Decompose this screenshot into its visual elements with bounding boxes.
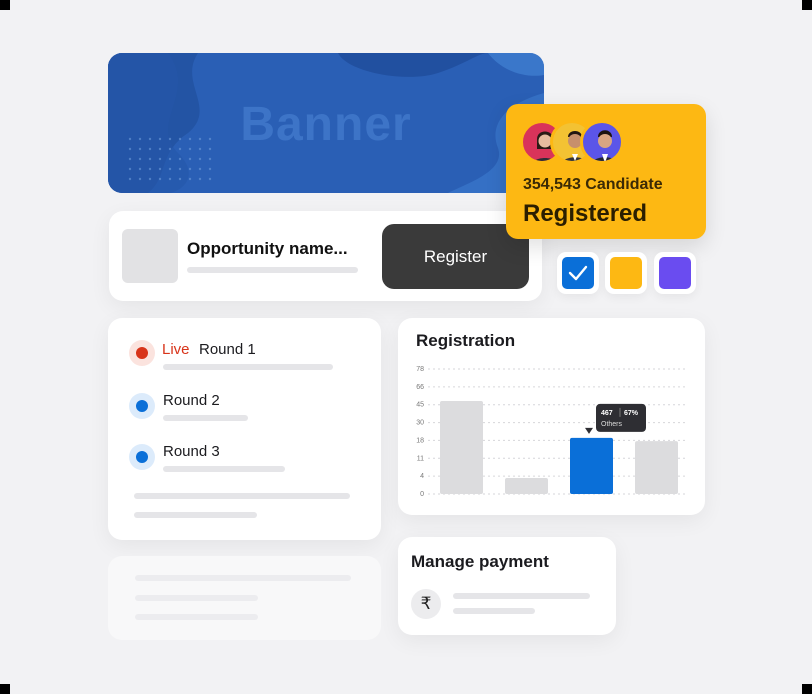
round-1-label[interactable]: Round 1 — [199, 341, 256, 358]
registered-badge: 354,543 Candidate Registered — [506, 104, 706, 239]
placeholder-line — [135, 614, 258, 620]
registered-label: Registered — [523, 200, 648, 227]
placeholder-line — [163, 364, 333, 370]
placeholder-line — [163, 415, 248, 421]
tooltip-arrow-icon — [585, 427, 593, 434]
banner: Banner — [108, 53, 544, 193]
round-status-dot — [129, 393, 155, 419]
corner-mark — [0, 0, 10, 10]
tooltip-label: Others — [601, 421, 623, 428]
corner-mark — [802, 0, 812, 10]
live-label: Live — [162, 341, 190, 358]
tooltip-percent: 67% — [624, 410, 639, 417]
round-3-label[interactable]: Round 3 — [163, 443, 220, 460]
chart-bar[interactable] — [505, 477, 548, 494]
y-tick-label: 66 — [416, 384, 424, 391]
y-tick-label: 78 — [416, 366, 424, 373]
payment-title: Manage payment — [411, 552, 549, 571]
corner-mark — [0, 684, 10, 694]
swatch-yellow[interactable] — [605, 252, 647, 294]
color-swatch — [610, 257, 642, 289]
placeholder-line — [134, 512, 257, 518]
chart-tooltip: 467 67%Others — [585, 403, 646, 434]
avatar — [580, 120, 624, 164]
placeholder-line — [134, 493, 350, 499]
check-icon — [562, 257, 594, 289]
placeholder-line — [453, 608, 535, 614]
register-button[interactable]: Register — [382, 224, 529, 289]
registration-card: Registration 78 66 45 30 18 11 4 0 467 67% Others — [398, 318, 705, 515]
banner-title: Banner — [240, 98, 412, 151]
placeholder-card — [108, 556, 381, 640]
chart-bar[interactable] — [440, 401, 483, 494]
swatch-purple[interactable] — [654, 252, 696, 294]
chart-bar[interactable] — [635, 441, 678, 494]
y-tick-label: 18 — [416, 437, 424, 444]
payment-card[interactable]: Manage payment ₹ — [398, 537, 616, 635]
tooltip-value: 467 — [601, 410, 613, 417]
placeholder-line — [453, 593, 590, 599]
round-2-label[interactable]: Round 2 — [163, 392, 220, 409]
color-swatch — [659, 257, 691, 289]
y-tick-label: 0 — [420, 491, 424, 498]
opportunity-thumbnail — [122, 229, 178, 283]
placeholder-line — [187, 267, 358, 273]
placeholder-line — [135, 595, 258, 601]
rounds-card: Live Round 1 Round 2 Round 3 — [108, 318, 381, 540]
y-tick-label: 30 — [416, 420, 424, 427]
swatch-checked[interactable] — [557, 252, 599, 294]
y-tick-label: 11 — [417, 455, 424, 462]
registration-chart: 78 66 45 30 18 11 4 0 467 67%Others — [416, 366, 688, 498]
chart-bar[interactable] — [570, 437, 613, 494]
y-tick-label: 45 — [416, 402, 424, 409]
round-status-dot — [129, 444, 155, 470]
placeholder-line — [135, 575, 351, 581]
round-status-dot — [129, 340, 155, 366]
corner-mark — [802, 684, 812, 694]
candidate-count: 354,543 Candidate — [523, 176, 663, 193]
rupee-icon: ₹ — [411, 589, 441, 619]
y-tick-label: 4 — [420, 473, 424, 480]
opportunity-card[interactable]: Opportunity name... Register — [109, 211, 542, 301]
opportunity-title: Opportunity name... — [187, 239, 348, 258]
placeholder-line — [163, 466, 285, 472]
